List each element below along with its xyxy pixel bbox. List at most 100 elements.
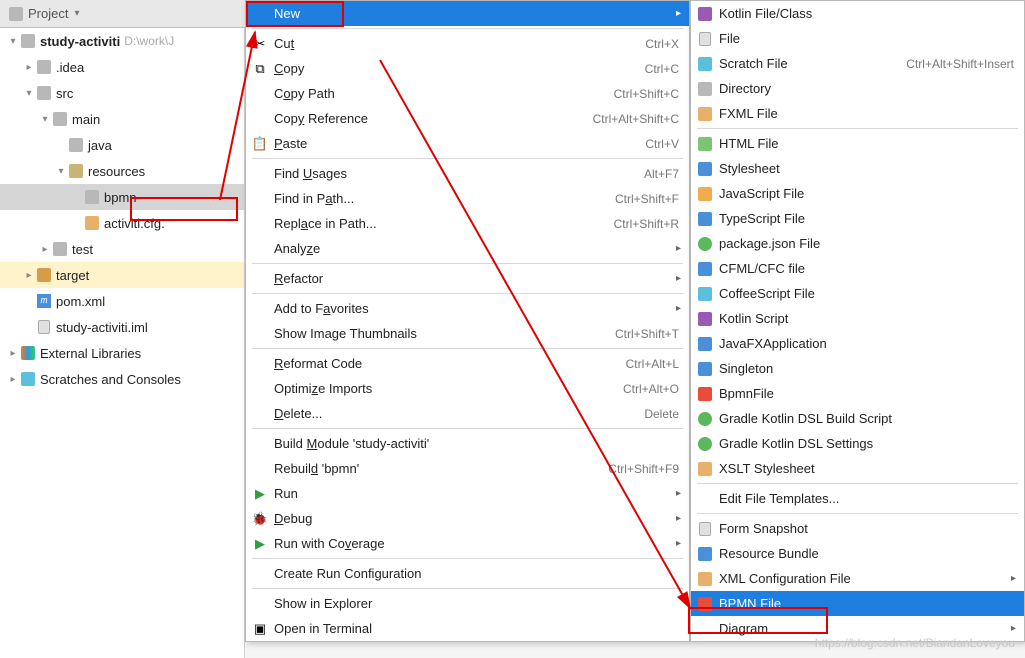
menu-run[interactable]: ▶ Run ▸ [246,481,689,506]
expand-arrow-icon[interactable]: ▸ [22,270,36,281]
menu-label: Find Usages [274,166,644,181]
sub-javafx[interactable]: JavaFXApplication [691,331,1024,356]
sub-kotlin-class[interactable]: Kotlin File/Class [691,1,1024,26]
sub-directory[interactable]: Directory [691,76,1024,101]
tree-row-root[interactable]: ▾ study-activiti D:\work\J [0,28,244,54]
tree-label: activiti.cfg. [104,216,165,231]
expand-arrow-icon[interactable]: ▸ [6,374,20,385]
tree-row-target[interactable]: ▸ target [0,262,244,288]
menu-find-usages[interactable]: Find Usages Alt+F7 [246,161,689,186]
sub-bpmn-file[interactable]: BPMN File [691,591,1024,616]
folder-icon [52,111,68,127]
sub-gradle-build[interactable]: Gradle Kotlin DSL Build Script [691,406,1024,431]
menu-create-run-config[interactable]: Create Run Configuration [246,561,689,586]
menu-delete[interactable]: Delete... Delete [246,401,689,426]
tree-row-main[interactable]: ▾ main [0,106,244,132]
expand-arrow-icon[interactable]: ▾ [6,36,20,47]
tree-row-pom[interactable]: m pom.xml [0,288,244,314]
menu-run-coverage[interactable]: ▶ Run with Coverage ▸ [246,531,689,556]
menu-replace-in-path[interactable]: Replace in Path... Ctrl+Shift+R [246,211,689,236]
menu-cut[interactable]: ✂ Cut Ctrl+X [246,31,689,56]
target-folder-icon [36,267,52,283]
css-icon [697,161,713,177]
sub-stylesheet[interactable]: Stylesheet [691,156,1024,181]
sub-label: Directory [719,81,1014,96]
tree-row-src[interactable]: ▾ src [0,80,244,106]
tree-row-test[interactable]: ▸ test [0,236,244,262]
sub-form-snapshot[interactable]: Form Snapshot [691,516,1024,541]
menu-add-favorites[interactable]: Add to Favorites ▸ [246,296,689,321]
sub-bpmnfile[interactable]: BpmnFile [691,381,1024,406]
menu-shortcut: Alt+F7 [644,167,679,181]
menu-shortcut: Ctrl+Shift+R [614,217,679,231]
sub-xml-config[interactable]: XML Configuration File▸ [691,566,1024,591]
sub-label: Gradle Kotlin DSL Settings [719,436,1014,451]
expand-arrow-icon[interactable]: ▸ [22,62,36,73]
tree-row-java[interactable]: java [0,132,244,158]
sub-cfml[interactable]: CFML/CFC file [691,256,1024,281]
sub-kotlin-script[interactable]: Kotlin Script [691,306,1024,331]
npm-icon [697,236,713,252]
menu-refactor[interactable]: Refactor ▸ [246,266,689,291]
sub-edit-templates[interactable]: Edit File Templates... [691,486,1024,511]
expand-arrow-icon[interactable]: ▾ [38,114,52,125]
expand-arrow-icon[interactable]: ▸ [6,348,20,359]
menu-open-terminal[interactable]: ▣ Open in Terminal [246,616,689,641]
menu-show-thumbnails[interactable]: Show Image Thumbnails Ctrl+Shift+T [246,321,689,346]
menu-reformat[interactable]: Reformat Code Ctrl+Alt+L [246,351,689,376]
scratches-icon [20,371,36,387]
menu-optimize-imports[interactable]: Optimize Imports Ctrl+Alt+O [246,376,689,401]
menu-label: Copy Reference [274,111,593,126]
sub-gradle-settings[interactable]: Gradle Kotlin DSL Settings [691,431,1024,456]
cfml-icon [697,261,713,277]
menu-label: Debug [274,511,679,526]
tree-row-external-libraries[interactable]: ▸ External Libraries [0,340,244,366]
menu-build-module[interactable]: Build Module 'study-activiti' [246,431,689,456]
menu-shortcut: Delete [644,407,679,421]
menu-paste[interactable]: 📋 Paste Ctrl+V [246,131,689,156]
kotlin-icon [697,6,713,22]
sub-typescript[interactable]: TypeScript File [691,206,1024,231]
project-icon [8,6,24,22]
resources-folder-icon [68,163,84,179]
tree-row-resources[interactable]: ▾ resources [0,158,244,184]
menu-debug[interactable]: 🐞 Debug ▸ [246,506,689,531]
sub-label: Kotlin Script [719,311,1014,326]
sub-coffeescript[interactable]: CoffeeScript File [691,281,1024,306]
gradle-icon [697,411,713,427]
menu-copy[interactable]: ⧉ Copy Ctrl+C [246,56,689,81]
sub-xslt[interactable]: XSLT Stylesheet [691,456,1024,481]
sub-file[interactable]: File [691,26,1024,51]
tree-row-scratches[interactable]: ▸ Scratches and Consoles [0,366,244,392]
menu-analyze[interactable]: Analyze ▸ [246,236,689,261]
menu-label: Optimize Imports [274,381,623,396]
sub-resource-bundle[interactable]: Resource Bundle [691,541,1024,566]
menu-label: Delete... [274,406,644,421]
expand-arrow-icon[interactable]: ▾ [54,166,68,177]
menu-label: Replace in Path... [274,216,614,231]
menu-show-in-explorer[interactable]: Show in Explorer [246,591,689,616]
expand-arrow-icon[interactable]: ▸ [38,244,52,255]
sub-label: HTML File [719,136,1014,151]
sub-html[interactable]: HTML File [691,131,1024,156]
menu-new[interactable]: New ▸ [246,1,689,26]
menu-copy-reference[interactable]: Copy Reference Ctrl+Alt+Shift+C [246,106,689,131]
sub-package-json[interactable]: package.json File [691,231,1024,256]
menu-label: Open in Terminal [274,621,679,636]
tree-row-idea[interactable]: ▸ .idea [0,54,244,80]
dropdown-arrow-icon[interactable]: ▾ [74,8,79,19]
sub-javascript[interactable]: JavaScript File [691,181,1024,206]
sub-scratch-file[interactable]: Scratch FileCtrl+Alt+Shift+Insert [691,51,1024,76]
sub-singleton[interactable]: Singleton [691,356,1024,381]
menu-copy-path[interactable]: Copy Path Ctrl+Shift+C [246,81,689,106]
menu-label: Create Run Configuration [274,566,679,581]
tree-row-bpmn[interactable]: bpmn [0,184,244,210]
sub-fxml[interactable]: FXML File [691,101,1024,126]
menu-find-in-path[interactable]: Find in Path... Ctrl+Shift+F [246,186,689,211]
menu-separator [697,128,1018,129]
expand-arrow-icon[interactable]: ▾ [22,88,36,99]
menu-rebuild[interactable]: Rebuild 'bpmn' Ctrl+Shift+F9 [246,456,689,481]
tree-row-activiti-cfg[interactable]: activiti.cfg. [0,210,244,236]
tree-row-iml[interactable]: study-activiti.iml [0,314,244,340]
menu-label: Paste [274,136,645,151]
